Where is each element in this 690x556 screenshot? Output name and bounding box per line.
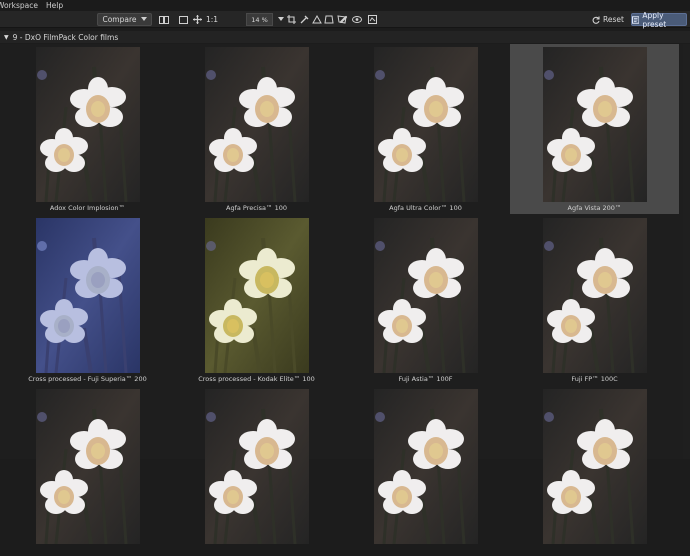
zoom-value: 14 %	[251, 15, 268, 24]
preset-label: Cross processed - Kodak Elite™ 100	[198, 375, 315, 383]
horizon-button[interactable]	[311, 13, 322, 26]
repair-button[interactable]	[338, 13, 349, 26]
preset-group-title: 9 - DxO FilmPack Color films	[12, 32, 119, 42]
preset-thumbnail[interactable]	[341, 386, 510, 556]
move-icon	[193, 15, 202, 24]
perspective-icon	[323, 15, 334, 24]
split-view-button[interactable]	[158, 13, 170, 26]
preset-label: Cross processed - Fuji Superia™ 200	[28, 375, 147, 383]
preset-group-header[interactable]: ▼ 9 - DxO FilmPack Color films	[0, 31, 690, 43]
caret-down-icon: ▼	[4, 33, 9, 41]
reset-label: Reset	[603, 15, 624, 24]
preset-thumbnail[interactable]: Cross processed - Kodak Elite™ 100	[172, 215, 341, 385]
preset-label: Fuji Astia™ 100F	[398, 375, 453, 383]
preset-preview-image	[542, 47, 647, 202]
move-button[interactable]	[192, 13, 203, 26]
chevron-down-icon	[278, 17, 284, 21]
fit-screen-icon	[179, 15, 188, 24]
preset-grid: Adox Color Implosion™ Agfa Precisa™ 100	[0, 44, 690, 544]
crop-icon	[287, 15, 296, 24]
picker-button[interactable]	[299, 13, 310, 26]
chevron-down-icon	[140, 17, 147, 21]
ratio-label: 1:1	[205, 15, 219, 24]
zoom-field[interactable]: 14 %	[246, 13, 273, 26]
crop-button[interactable]	[286, 13, 297, 26]
compare-button[interactable]: Compare	[97, 13, 152, 26]
overlay-icon	[367, 15, 377, 24]
ratio-button[interactable]: 1:1	[205, 13, 219, 26]
preset-thumbnail[interactable]: Fuji Astia™ 100F	[341, 215, 510, 385]
menu-bar: Workspace Help	[0, 0, 690, 11]
preset-preview-image	[373, 47, 478, 202]
compare-label: Compare	[102, 15, 137, 24]
preset-thumbnail[interactable]: Adox Color Implosion™	[3, 44, 172, 214]
eye-icon	[351, 16, 362, 23]
apply-preset-button[interactable]: Apply preset	[631, 10, 687, 29]
preset-label: Adox Color Implosion™	[49, 204, 126, 212]
reset-button[interactable]: Reset	[590, 13, 626, 26]
preset-icon	[632, 15, 640, 24]
toolbar: Compare 1:1 14 % Reset Apply preset	[0, 10, 690, 29]
preset-preview-image	[204, 47, 309, 202]
preset-preview-image	[204, 218, 309, 373]
eyedropper-icon	[300, 15, 309, 24]
preset-label: Agfa Vista 200™	[567, 204, 622, 212]
preset-thumbnail[interactable]: Agfa Vista 200™	[510, 44, 679, 214]
horizon-icon	[311, 15, 322, 24]
preset-label: Agfa Ultra Color™ 100	[389, 204, 462, 212]
preview-button[interactable]	[351, 13, 362, 26]
overlay-button[interactable]	[366, 13, 378, 26]
apply-preset-label: Apply preset	[642, 10, 667, 29]
preset-preview-image	[35, 218, 140, 373]
preset-thumbnail[interactable]	[3, 386, 172, 556]
preset-thumbnail[interactable]: Cross processed - Fuji Superia™ 200	[3, 215, 172, 385]
preset-preview-image	[35, 47, 140, 202]
menu-help[interactable]: Help	[46, 1, 71, 10]
preset-preview-image	[373, 218, 478, 373]
preset-label: Fuji FP™ 100C	[571, 375, 618, 383]
menu-workspace[interactable]: Workspace	[0, 1, 46, 10]
preset-preview-image	[35, 389, 140, 544]
preset-thumbnail[interactable]	[510, 386, 679, 556]
repair-icon	[339, 15, 348, 24]
preset-label: Agfa Precisa™ 100	[226, 204, 287, 212]
preset-preview-image	[204, 389, 309, 544]
split-view-icon	[159, 15, 169, 24]
preset-preview-image	[542, 389, 647, 544]
reset-icon	[592, 16, 600, 24]
perspective-button[interactable]	[323, 13, 334, 26]
preset-preview-image	[542, 218, 647, 373]
preset-thumbnail[interactable]: Fuji FP™ 100C	[510, 215, 679, 385]
zoom-dropdown[interactable]	[277, 13, 285, 26]
preset-thumbnail[interactable]: Agfa Ultra Color™ 100	[341, 44, 510, 214]
preset-preview-image	[373, 389, 478, 544]
preset-thumbnail[interactable]	[172, 386, 341, 556]
preset-thumbnail[interactable]: Agfa Precisa™ 100	[172, 44, 341, 214]
vertical-scrollbar[interactable]	[683, 44, 690, 459]
fit-button[interactable]	[178, 13, 189, 26]
